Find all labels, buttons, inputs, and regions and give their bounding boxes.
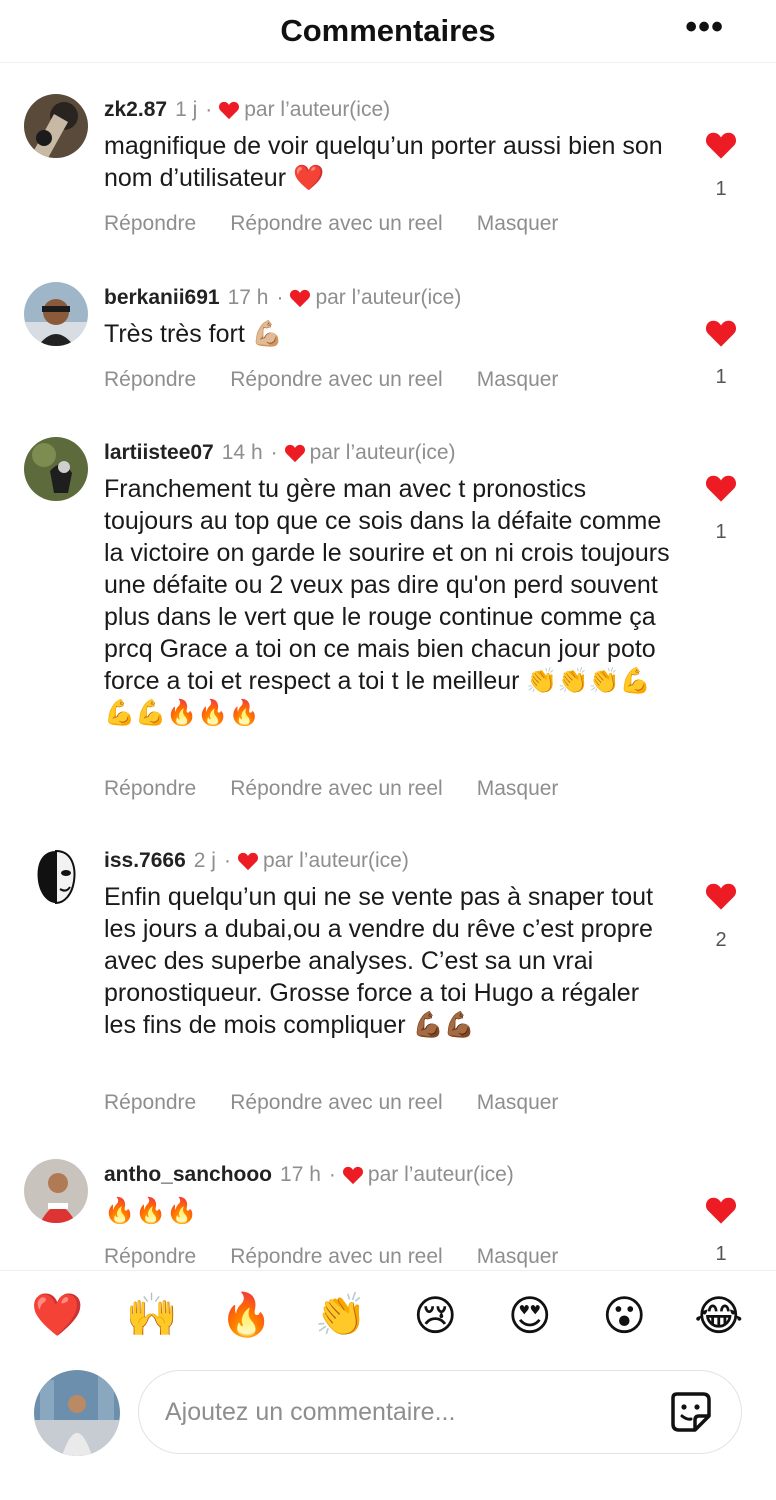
- reply-button[interactable]: Répondre: [104, 368, 196, 392]
- comment-text: magnifique de voir quelqu’un porter auss…: [104, 132, 663, 192]
- heart-icon[interactable]: [704, 1195, 738, 1225]
- like-control: 1: [704, 318, 738, 389]
- page-title: Commentaires: [280, 13, 496, 48]
- reaction-raised-hands-emoji[interactable]: 🙌: [122, 1291, 182, 1340]
- header: Commentaires •••: [0, 0, 776, 63]
- hide-button[interactable]: Masquer: [477, 212, 559, 236]
- reaction-clap-emoji[interactable]: 👏: [311, 1291, 371, 1340]
- heart-icon: [237, 852, 258, 871]
- heart-icon[interactable]: [704, 130, 738, 160]
- comment-text: Très très fort 💪🏼: [104, 320, 283, 348]
- comment-meta: lartiistee07 14 h · par l’auteur(ice): [104, 441, 456, 465]
- reaction-laughing-emoji[interactable]: 😂: [689, 1291, 749, 1340]
- timestamp: 17 h: [280, 1163, 321, 1186]
- hide-button[interactable]: Masquer: [477, 368, 559, 392]
- separator-dot: ·: [276, 286, 284, 309]
- reply-button[interactable]: Répondre: [104, 1091, 196, 1115]
- quick-reaction-bar: ❤️ 🙌 🔥 👏 😢 😍 😮 😂: [0, 1270, 776, 1360]
- timestamp: 2 j: [193, 849, 216, 872]
- heart-icon: [342, 1166, 363, 1185]
- heart-icon: [284, 444, 305, 463]
- reply-with-reel-button[interactable]: Répondre avec un reel: [230, 1245, 442, 1269]
- current-user-avatar[interactable]: [34, 1370, 120, 1456]
- comment-meta: berkanii691 17 h · par l’auteur(ice): [104, 286, 461, 310]
- heart-icon[interactable]: [704, 318, 738, 348]
- reply-with-reel-button[interactable]: Répondre avec un reel: [230, 777, 442, 801]
- like-control: 2: [704, 881, 738, 952]
- reaction-crying-emoji[interactable]: 😢: [405, 1291, 465, 1340]
- reaction-surprised-emoji[interactable]: 😮: [594, 1291, 654, 1340]
- hide-button[interactable]: Masquer: [477, 1245, 559, 1269]
- separator-dot: ·: [223, 849, 231, 872]
- username[interactable]: zk2.87: [104, 98, 167, 122]
- reply-with-reel-button[interactable]: Répondre avec un reel: [230, 368, 442, 392]
- timestamp: 17 h: [227, 286, 269, 309]
- comment-text: Enfin quelqu’un qui ne se vente pas à sn…: [104, 883, 654, 1039]
- reply-with-reel-button[interactable]: Répondre avec un reel: [230, 1091, 442, 1115]
- hide-button[interactable]: Masquer: [477, 1091, 559, 1115]
- liked-by-author-label: par l’auteur(ice): [315, 286, 462, 309]
- comment-input[interactable]: Ajoutez un commentaire...: [138, 1370, 742, 1454]
- separator-dot: ·: [328, 1163, 336, 1186]
- avatar[interactable]: [24, 437, 88, 501]
- comment-actions: Répondre Répondre avec un reel Masquer: [104, 212, 592, 236]
- reply-button[interactable]: Répondre: [104, 212, 196, 236]
- timestamp: 14 h: [221, 441, 263, 464]
- username[interactable]: berkanii691: [104, 286, 220, 310]
- reaction-fire-emoji[interactable]: 🔥: [216, 1291, 276, 1340]
- avatar[interactable]: [24, 1159, 88, 1223]
- like-count: 2: [715, 929, 727, 951]
- heart-icon[interactable]: [704, 881, 738, 911]
- like-count: 1: [715, 366, 727, 388]
- separator-dot: ·: [205, 98, 213, 121]
- hide-button[interactable]: Masquer: [477, 777, 559, 801]
- like-count: 1: [715, 178, 727, 200]
- like-control: 1: [704, 130, 738, 201]
- reaction-heart-eyes-emoji[interactable]: 😍: [500, 1291, 560, 1340]
- heart-icon[interactable]: [704, 473, 738, 503]
- username[interactable]: iss.7666: [104, 849, 186, 873]
- like-count: 1: [715, 1243, 727, 1265]
- like-control: 1: [704, 1195, 738, 1266]
- comment-meta: zk2.87 1 j · par l’auteur(ice): [104, 98, 390, 122]
- reply-button[interactable]: Répondre: [104, 777, 196, 801]
- comment-text: Franchement tu gère man avec t pronostic…: [104, 475, 670, 727]
- liked-by-author-label: par l’auteur(ice): [262, 849, 409, 872]
- reaction-heart-emoji[interactable]: ❤️: [27, 1291, 87, 1340]
- heart-icon: [290, 289, 311, 308]
- liked-by-author-label: par l’auteur(ice): [244, 98, 391, 121]
- comment-meta: antho_sanchooo 17 h · par l’auteur(ice): [104, 1163, 514, 1187]
- sticker-icon[interactable]: [667, 1388, 715, 1436]
- like-control: 1: [704, 473, 738, 544]
- reply-with-reel-button[interactable]: Répondre avec un reel: [230, 212, 442, 236]
- username[interactable]: antho_sanchooo: [104, 1163, 272, 1187]
- more-options-icon[interactable]: •••: [685, 8, 724, 47]
- heart-icon: [219, 101, 240, 120]
- avatar[interactable]: [24, 94, 88, 158]
- comment-actions: Répondre Répondre avec un reel Masquer: [104, 368, 592, 392]
- liked-by-author-label: par l’auteur(ice): [309, 441, 456, 464]
- comment-composer: Ajoutez un commentaire...: [0, 1360, 776, 1500]
- comment-meta: iss.7666 2 j · par l’auteur(ice): [104, 849, 409, 873]
- comment-actions: Répondre Répondre avec un reel Masquer: [104, 1245, 592, 1269]
- comment-actions: Répondre Répondre avec un reel Masquer: [104, 777, 592, 801]
- username[interactable]: lartiistee07: [104, 441, 214, 465]
- comment-actions: Répondre Répondre avec un reel Masquer: [104, 1091, 592, 1115]
- comment-text: 🔥🔥🔥: [104, 1197, 198, 1225]
- liked-by-author-label: par l’auteur(ice): [367, 1163, 514, 1186]
- reply-button[interactable]: Répondre: [104, 1245, 196, 1269]
- timestamp: 1 j: [175, 98, 198, 121]
- comment-input-placeholder[interactable]: Ajoutez un commentaire...: [165, 1398, 667, 1427]
- like-count: 1: [715, 521, 727, 543]
- separator-dot: ·: [270, 441, 278, 464]
- avatar[interactable]: [24, 845, 88, 909]
- avatar[interactable]: [24, 282, 88, 346]
